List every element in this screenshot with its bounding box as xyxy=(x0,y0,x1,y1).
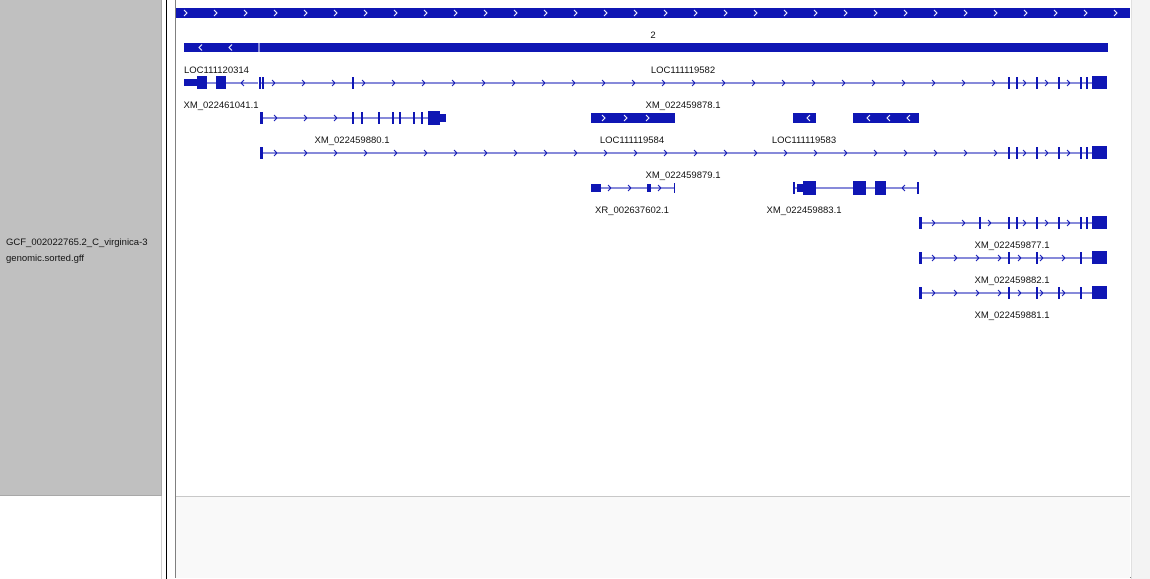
transcript-loc111119583-box-b[interactable] xyxy=(853,113,919,123)
feature-track-canvas[interactable]: 2 LOC111120314 LOC111119582 XM_022461041… xyxy=(0,0,1150,579)
transcript-label-xr-002637602: XR_002637602.1 xyxy=(595,205,669,216)
transcript-xm-022459883[interactable] xyxy=(793,181,919,195)
chromosome-label: 2 xyxy=(650,30,655,41)
transcript-loc111119583-box-a[interactable] xyxy=(793,113,816,123)
transcript-label-xm-022459883: XM_022459883.1 xyxy=(766,205,841,216)
transcript-label-xm-022459882: XM_022459882.1 xyxy=(974,275,1049,286)
transcript-xm-022459881[interactable] xyxy=(919,286,1107,299)
gene-label-loc111119584: LOC111119584 xyxy=(600,135,664,146)
gene-loc111120314[interactable] xyxy=(184,76,258,89)
transcript-xm-022459882[interactable] xyxy=(919,251,1107,264)
gene-loc111119582[interactable] xyxy=(259,76,1107,89)
transcript-label-xm-022459880: XM_022459880.1 xyxy=(314,135,389,146)
transcript-loc111119584-box[interactable] xyxy=(591,113,675,123)
transcript-xr-002637602[interactable] xyxy=(591,183,675,193)
feature-chromosome-bar[interactable] xyxy=(184,42,1108,53)
gene-label-loc111119582: LOC111119582 xyxy=(651,65,715,76)
transcript-label-xm-022459878: XM_022459878.1 xyxy=(645,100,720,111)
transcript-label-xm-022461041: XM_022461041.1 xyxy=(183,100,258,111)
feature-top-bar[interactable] xyxy=(176,8,1130,18)
transcript-xm-022459877[interactable] xyxy=(919,216,1107,229)
transcript-label-xm-022459881: XM_022459881.1 xyxy=(974,310,1049,321)
gene-label-loc111119583: LOC111119583 xyxy=(772,135,836,146)
transcript-xm-022459878[interactable] xyxy=(260,146,1107,159)
transcript-xm-022459880[interactable] xyxy=(260,111,446,125)
gene-label-loc111120314: LOC111120314 xyxy=(184,65,249,76)
transcript-label-xm-022459877: XM_022459877.1 xyxy=(974,240,1049,251)
transcript-label-xm-022459879: XM_022459879.1 xyxy=(645,170,720,181)
